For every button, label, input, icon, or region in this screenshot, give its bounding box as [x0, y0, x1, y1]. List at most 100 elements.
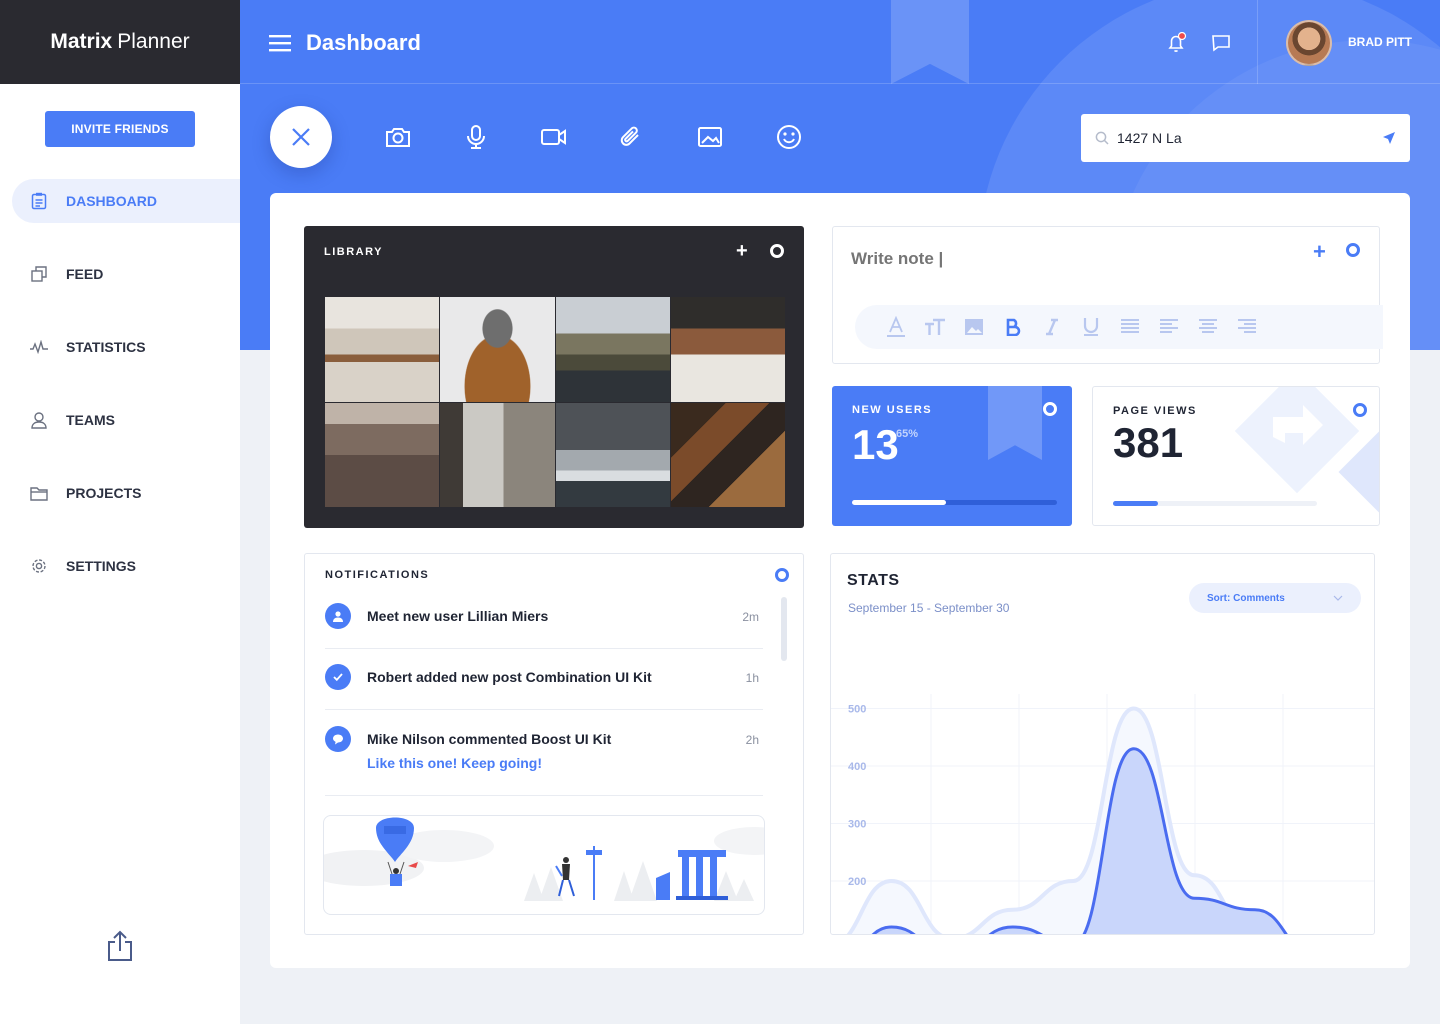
format-toolbar [855, 305, 1383, 349]
search-icon [1095, 131, 1109, 145]
sidebar-item-statistics[interactable]: STATISTICS [0, 325, 240, 369]
header-divider [240, 83, 1440, 84]
photo-hooded-person[interactable] [440, 297, 555, 402]
sidebar: Matrix Planner INVITE FRIENDS DASHBOARD F… [0, 0, 240, 1024]
photo-desk-flatlay[interactable] [670, 297, 785, 402]
y-tick-label: 500 [848, 704, 866, 716]
notification-comment[interactable]: Like this one! Keep going! [367, 755, 542, 771]
library-card: LIBRARY + [304, 226, 804, 528]
notifications-title: NOTIFICATIONS [325, 569, 430, 581]
image-icon[interactable] [695, 122, 725, 152]
new-users-label: NEW USERS [852, 404, 933, 416]
copy-icon [30, 265, 48, 283]
new-users-card: NEW USERS 13 65% [832, 386, 1072, 526]
sidebar-item-label: STATISTICS [66, 339, 146, 355]
stats-card: 100 200 300 400 500 STATS September 15 - Sep… [830, 553, 1375, 935]
notification-text: Robert added new post Combination UI Kit [367, 669, 652, 685]
list-item[interactable]: Mike Nilson commented Boost UI Kit Like … [325, 726, 763, 796]
brand-logo: Matrix Planner [0, 0, 240, 84]
plus-icon[interactable]: + [736, 241, 748, 261]
chevron-down-icon [1333, 595, 1343, 601]
sort-label: Sort: Comments [1207, 592, 1285, 604]
new-users-progress [852, 500, 1057, 505]
sidebar-item-feed[interactable]: FEED [0, 252, 240, 296]
align-right-icon[interactable] [1236, 316, 1258, 338]
text-color-icon[interactable] [885, 316, 907, 338]
new-users-value: 13 [852, 421, 899, 468]
smile-icon[interactable] [774, 122, 804, 152]
notifications-card: NOTIFICATIONS Meet new user Lillian Mier… [304, 553, 804, 935]
sidebar-item-dashboard[interactable]: DASHBOARD [12, 179, 240, 223]
y-tick-label: 100 [848, 934, 866, 936]
sidebar-item-teams[interactable]: TEAMS [0, 398, 240, 442]
sidebar-item-settings[interactable]: SETTINGS [0, 544, 240, 588]
brand-light: Planner [117, 30, 190, 53]
user-icon [30, 411, 48, 429]
notification-time: 2h [745, 733, 759, 747]
sidebar-item-projects[interactable]: PROJECTS [0, 471, 240, 515]
notification-text: Mike Nilson commented Boost UI Kit [367, 731, 612, 747]
options-icon[interactable] [1043, 402, 1057, 416]
align-left-icon[interactable] [1158, 316, 1180, 338]
user-name[interactable]: BRAD PITT [1348, 35, 1412, 49]
sidebar-item-label: FEED [66, 266, 104, 282]
avatar[interactable] [1286, 20, 1332, 66]
underline-icon[interactable] [1080, 316, 1102, 338]
stats-date-range: September 15 - September 30 [848, 601, 1010, 615]
align-center-icon[interactable] [1197, 316, 1219, 338]
sort-dropdown[interactable]: Sort: Comments [1189, 583, 1361, 613]
invite-friends-button[interactable]: INVITE FRIENDS [45, 111, 195, 147]
y-tick-label: 400 [848, 761, 866, 773]
comment-icon [325, 726, 351, 752]
new-users-percent: 65% [896, 428, 919, 440]
options-icon[interactable] [1353, 403, 1367, 417]
photo-dining-room[interactable] [325, 297, 440, 402]
notification-time: 1h [745, 671, 759, 685]
sidebar-nav: DASHBOARD FEED STATISTICS TEAMS PROJECTS… [0, 179, 240, 617]
close-button[interactable] [270, 106, 332, 168]
bookmark-ribbon-icon [988, 386, 1042, 460]
photo-coastal-cliffs[interactable] [555, 297, 670, 402]
page-views-card: PAGE VIEWS 381 [1092, 386, 1380, 526]
bold-icon[interactable] [1002, 316, 1024, 338]
navigate-icon[interactable] [1382, 131, 1396, 145]
activity-icon [30, 338, 48, 356]
text-size-icon[interactable] [924, 316, 946, 338]
image-icon[interactable] [963, 316, 985, 338]
note-input[interactable] [851, 249, 1251, 269]
scrollbar[interactable] [781, 597, 787, 661]
photo-snowy-mountains[interactable] [555, 402, 670, 507]
options-icon[interactable] [770, 244, 784, 258]
stats-title: STATS [847, 572, 900, 589]
photo-tools[interactable] [670, 402, 785, 507]
share-icon[interactable] [104, 928, 136, 964]
list-item[interactable]: Meet new user Lillian Miers 2m [325, 603, 763, 649]
camera-icon[interactable] [383, 122, 413, 152]
brand-bold: Matrix [50, 30, 113, 53]
notification-time: 2m [742, 610, 759, 624]
photo-city-skyline[interactable] [325, 402, 440, 507]
plus-icon[interactable]: + [1313, 239, 1326, 265]
photo-interior-hallway[interactable] [440, 402, 555, 507]
user-icon [325, 603, 351, 629]
menu-icon[interactable] [269, 34, 291, 52]
library-title: LIBRARY [324, 246, 383, 258]
bell-icon[interactable] [1166, 31, 1188, 54]
options-icon[interactable] [775, 568, 789, 582]
sidebar-item-label: TEAMS [66, 412, 115, 428]
microphone-icon[interactable] [461, 122, 491, 152]
header-separator [1257, 0, 1258, 84]
page-views-label: PAGE VIEWS [1113, 405, 1197, 417]
paperclip-icon[interactable] [616, 122, 646, 152]
location-search[interactable] [1081, 114, 1410, 162]
search-input[interactable] [1117, 130, 1382, 146]
align-justify-icon[interactable] [1119, 316, 1141, 338]
italic-icon[interactable] [1041, 316, 1063, 338]
y-tick-label: 200 [848, 876, 866, 888]
page-views-progress [1113, 501, 1317, 506]
video-icon[interactable] [539, 122, 569, 152]
write-note-card: + [832, 226, 1383, 364]
list-item[interactable]: Robert added new post Combination UI Kit… [325, 664, 763, 710]
chat-icon[interactable] [1210, 32, 1232, 54]
options-icon[interactable] [1346, 243, 1360, 257]
